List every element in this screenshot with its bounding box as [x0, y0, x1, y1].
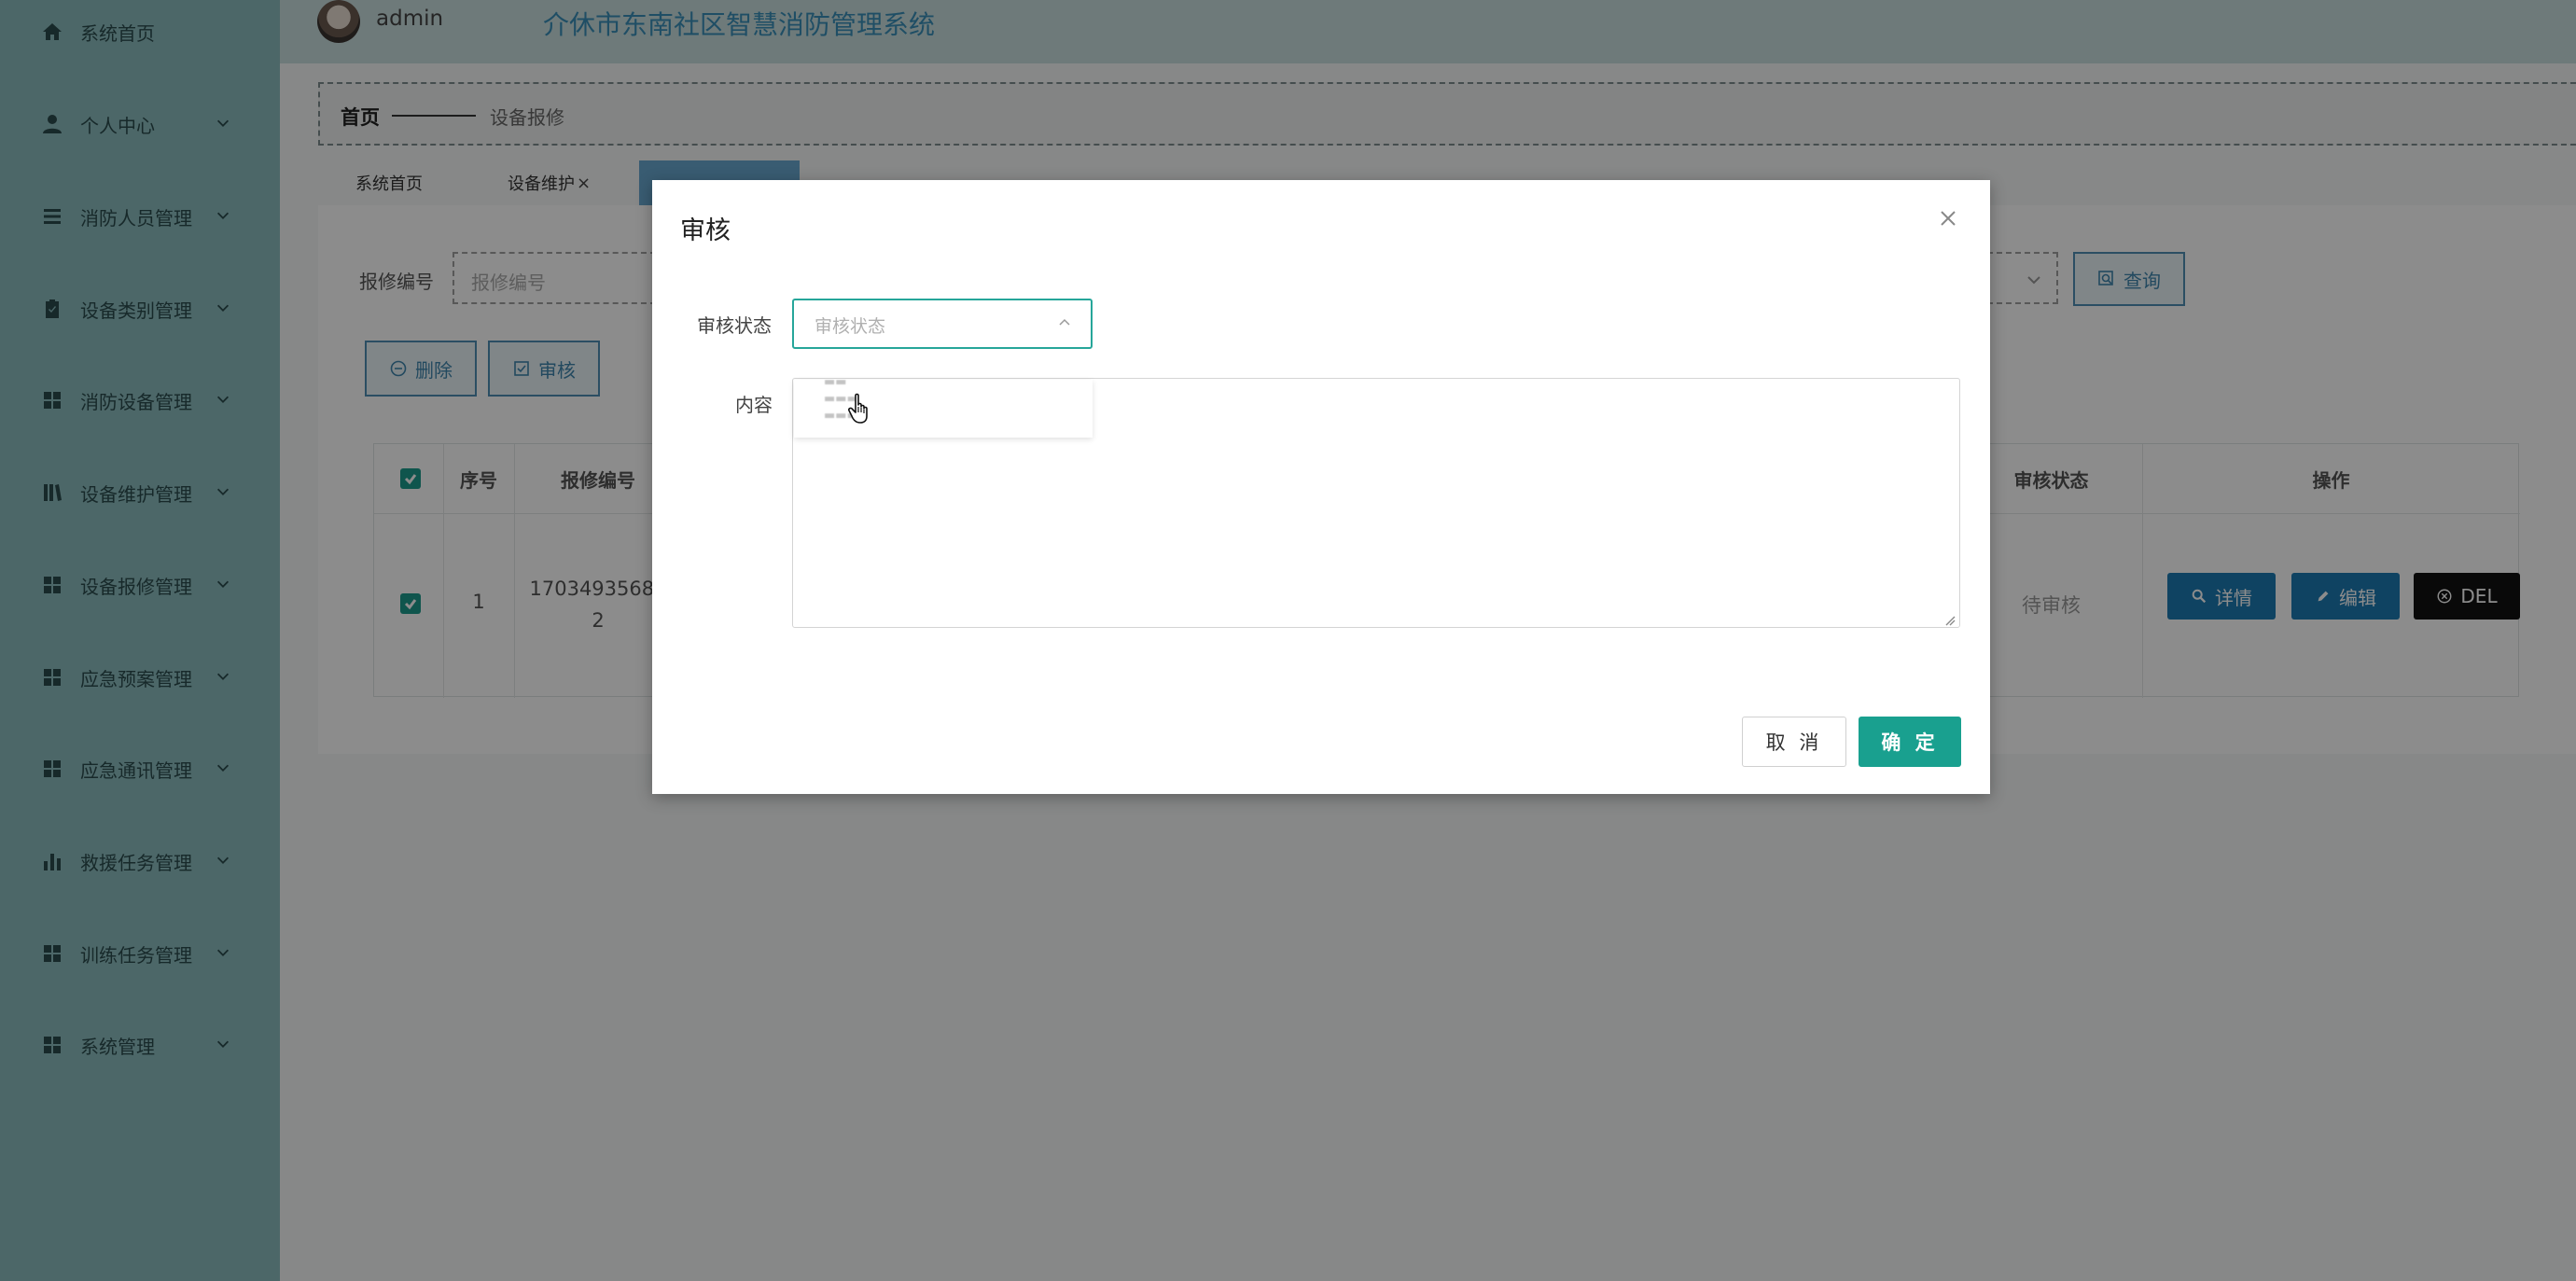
review-dialog: 审核 审核状态 审核状态 内容 ▬▬ ▬▬▬ ▬▬▬ 取 消 确 定	[652, 180, 1990, 794]
dialog-title: 审核	[680, 216, 731, 245]
confirm-button[interactable]: 确 定	[1859, 717, 1961, 767]
content-field-label: 内容	[735, 394, 773, 416]
chevron-up-icon	[1059, 318, 1070, 326]
dropdown-option[interactable]: ▬▬	[824, 380, 847, 389]
review-status-placeholder: 审核状态	[815, 316, 886, 337]
review-status-dropdown: ▬▬ ▬▬▬ ▬▬▬	[794, 380, 1093, 438]
review-status-select[interactable]: 审核状态	[792, 299, 1093, 349]
resize-handle-icon[interactable]	[1944, 612, 1956, 626]
cancel-button[interactable]: 取 消	[1742, 717, 1846, 767]
status-field-label: 审核状态	[697, 314, 772, 337]
hand-cursor-icon	[848, 393, 872, 425]
close-icon[interactable]	[1938, 208, 1962, 232]
